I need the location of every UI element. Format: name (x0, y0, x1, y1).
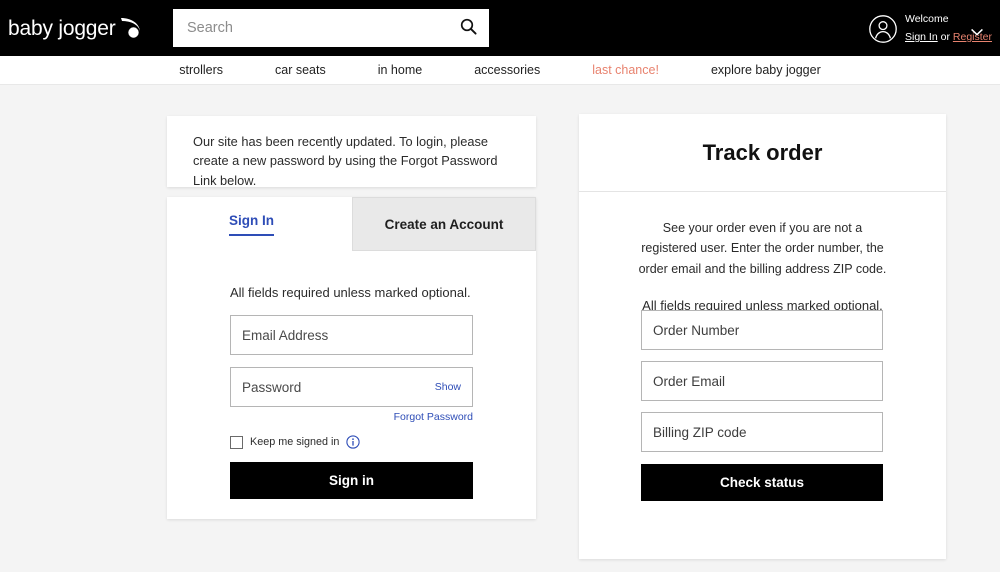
search-icon (460, 18, 477, 38)
nav-item-car-seats[interactable]: car seats (275, 63, 326, 77)
order-email-field[interactable] (641, 361, 883, 401)
keep-me-signed-in-checkbox[interactable] (230, 435, 243, 449)
keep-me-signed-in-row: Keep me signed in (230, 435, 361, 449)
nav-item-explore-baby-jogger[interactable]: explore baby jogger (711, 63, 821, 77)
top-header-bar: baby jogger W (0, 0, 1000, 56)
search-button[interactable] (447, 9, 489, 47)
nav-item-accessories[interactable]: accessories (474, 63, 540, 77)
header-or-label: or (940, 31, 950, 44)
user-circle-icon (868, 14, 898, 44)
tab-create-an-account[interactable]: Create an Account (352, 197, 536, 251)
track-order-panel: Track order See your order even if you a… (579, 114, 946, 559)
track-order-description: See your order even if you are not a reg… (638, 221, 887, 276)
sign-in-button[interactable]: Sign in (230, 462, 473, 499)
info-circle-icon[interactable] (346, 435, 361, 449)
search-input[interactable] (173, 9, 447, 47)
auth-tabs: Sign In Create an Account (167, 197, 536, 251)
password-field[interactable]: Show (230, 367, 473, 407)
sign-in-panel: Sign In Create an Account All fields req… (167, 197, 536, 519)
show-password-toggle[interactable]: Show (435, 381, 472, 393)
billing-zip-input[interactable] (642, 413, 882, 451)
billing-zip-field[interactable] (641, 412, 883, 452)
email-field[interactable] (230, 315, 473, 355)
account-menu[interactable]: Welcome Sign In or Register (868, 10, 992, 48)
page-content: Our site has been recently updated. To l… (0, 85, 1000, 572)
swoosh-icon (117, 17, 141, 41)
check-status-button[interactable]: Check status (641, 464, 883, 501)
chevron-down-icon[interactable] (970, 24, 984, 36)
order-number-field[interactable] (641, 310, 883, 350)
site-notice-message: Our site has been recently updated. To l… (193, 134, 498, 188)
primary-navigation: strollers car seats in home accessories … (0, 56, 1000, 85)
tab-sign-in[interactable]: Sign In (229, 213, 274, 236)
search-bar[interactable] (173, 9, 489, 47)
order-email-input[interactable] (642, 362, 882, 400)
email-input[interactable] (231, 316, 472, 354)
nav-item-strollers[interactable]: strollers (179, 63, 223, 77)
brand-logo-text: baby jogger (8, 17, 116, 40)
keep-me-signed-in-label: Keep me signed in (250, 436, 340, 448)
sign-in-required-note: All fields required unless marked option… (230, 285, 471, 300)
forgot-password-link[interactable]: Forgot Password (230, 411, 473, 423)
order-number-input[interactable] (642, 311, 882, 349)
nav-item-in-home[interactable]: in home (378, 63, 422, 77)
track-order-title: Track order (579, 114, 946, 192)
brand-logo[interactable]: baby jogger (8, 13, 158, 45)
site-notice-banner: Our site has been recently updated. To l… (167, 116, 536, 188)
nav-item-last-chance[interactable]: last chance! (592, 63, 659, 77)
password-input[interactable] (231, 368, 435, 406)
header-sign-in-link[interactable]: Sign In (905, 31, 938, 43)
